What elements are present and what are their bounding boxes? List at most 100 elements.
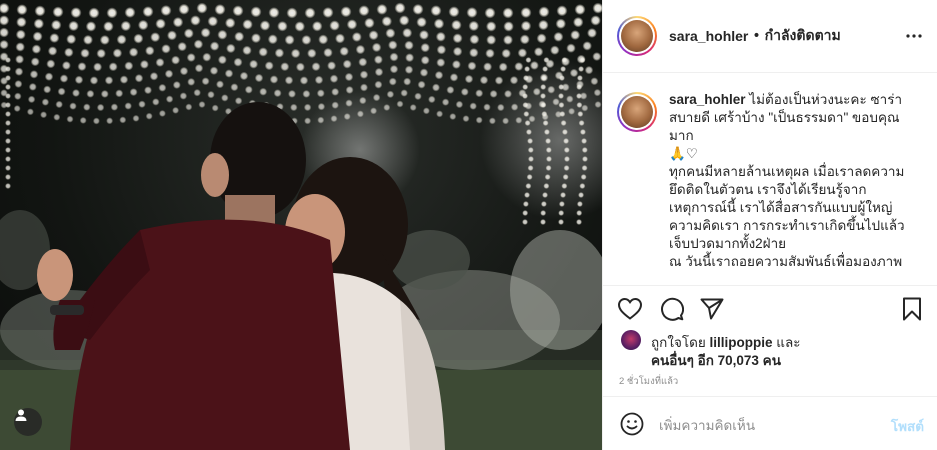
comments-area[interactable]: sara_hohler ไม่ต้องเป็นห่วงนะคะ ซาร่าสบา… bbox=[603, 73, 937, 285]
string-light bbox=[404, 65, 414, 75]
string-light bbox=[52, 6, 64, 18]
string-light bbox=[522, 84, 529, 90]
string-light bbox=[96, 103, 105, 112]
string-light bbox=[198, 101, 206, 109]
string-light bbox=[455, 100, 464, 109]
string-light bbox=[543, 57, 550, 63]
string-light bbox=[545, 138, 552, 144]
string-light bbox=[178, 3, 190, 15]
string-light bbox=[503, 34, 513, 45]
string-light bbox=[108, 62, 118, 72]
string-light bbox=[5, 129, 11, 135]
string-light bbox=[70, 7, 82, 19]
string-light bbox=[72, 89, 80, 98]
string-light bbox=[29, 70, 39, 79]
string-light bbox=[420, 42, 430, 53]
string-light bbox=[68, 20, 79, 32]
share-icon[interactable] bbox=[699, 296, 725, 322]
string-light bbox=[155, 18, 166, 30]
string-light bbox=[93, 62, 103, 72]
string-light bbox=[581, 138, 588, 144]
string-light bbox=[593, 88, 602, 97]
likes-summary: ถูกใจโดย lillipoppie และ คนอื่นๆ อีก 70,… bbox=[621, 328, 921, 368]
string-light bbox=[177, 41, 187, 52]
post-comment-button[interactable]: โพสต์ bbox=[891, 415, 924, 437]
string-light bbox=[14, 92, 22, 101]
liker-username[interactable]: lillipoppie bbox=[710, 335, 773, 350]
string-light bbox=[142, 6, 154, 18]
user-tag-icon[interactable] bbox=[14, 408, 42, 436]
string-light bbox=[400, 89, 408, 97]
caption-avatar[interactable] bbox=[617, 92, 657, 132]
string-light bbox=[110, 103, 119, 111]
string-light bbox=[502, 117, 510, 125]
string-light bbox=[590, 77, 599, 86]
string-light bbox=[302, 89, 311, 98]
string-light bbox=[394, 2, 406, 14]
smiley-icon[interactable] bbox=[619, 411, 645, 437]
string-light bbox=[570, 30, 581, 41]
string-light bbox=[544, 174, 551, 180]
comment-icon[interactable] bbox=[659, 296, 685, 322]
string-light bbox=[304, 117, 312, 125]
string-light bbox=[417, 80, 426, 89]
post-timestamp[interactable]: 2 ชั่วโมงที่แล้ว bbox=[619, 374, 678, 389]
likes-and: และ bbox=[772, 335, 801, 350]
string-light bbox=[242, 45, 252, 56]
caption-username[interactable]: sara_hohler bbox=[669, 92, 746, 107]
comment-input[interactable] bbox=[659, 414, 869, 436]
string-light bbox=[436, 110, 444, 118]
string-light bbox=[294, 21, 306, 32]
avatar[interactable] bbox=[617, 16, 657, 56]
string-light bbox=[545, 147, 552, 153]
liker-avatar[interactable] bbox=[621, 330, 641, 350]
string-light bbox=[364, 17, 375, 29]
string-light bbox=[345, 99, 353, 107]
string-light bbox=[542, 192, 549, 198]
string-light bbox=[165, 95, 174, 103]
string-light bbox=[524, 120, 531, 126]
string-light bbox=[230, 83, 239, 92]
string-light bbox=[403, 77, 412, 86]
string-light bbox=[360, 83, 368, 92]
following-button[interactable]: กำลังติดตาม bbox=[765, 25, 841, 47]
string-light bbox=[194, 63, 204, 73]
string-light bbox=[555, 18, 567, 30]
string-light bbox=[479, 75, 489, 85]
bookmark-icon[interactable] bbox=[899, 296, 925, 322]
string-light bbox=[209, 66, 219, 75]
string-light bbox=[420, 55, 430, 65]
likes-others[interactable]: คนอื่นๆ อีก 70,073 คน bbox=[651, 349, 781, 371]
string-light bbox=[31, 44, 42, 54]
string-light bbox=[525, 57, 532, 63]
post-photo[interactable] bbox=[0, 0, 602, 450]
string-light bbox=[475, 89, 484, 98]
string-light bbox=[566, 95, 574, 103]
string-light bbox=[217, 55, 227, 65]
more-options-icon[interactable] bbox=[904, 26, 924, 46]
post-sidebar: sara_hohler • กำลังติดตาม sara_hohler ไม… bbox=[602, 0, 937, 450]
string-light bbox=[576, 201, 583, 207]
string-light bbox=[15, 29, 26, 40]
header-username[interactable]: sara_hohler bbox=[669, 28, 748, 44]
string-light bbox=[584, 65, 594, 75]
heart-icon[interactable] bbox=[617, 296, 643, 322]
string-light bbox=[566, 43, 576, 53]
string-light bbox=[509, 75, 519, 85]
string-light bbox=[317, 116, 325, 124]
string-light bbox=[89, 76, 99, 85]
string-light bbox=[26, 108, 34, 116]
string-light bbox=[556, 5, 568, 17]
string-light bbox=[383, 103, 391, 111]
string-light bbox=[540, 219, 547, 225]
string-light bbox=[412, 3, 424, 15]
string-light bbox=[428, 95, 436, 104]
string-light bbox=[85, 21, 97, 32]
string-light bbox=[533, 47, 544, 57]
string-light bbox=[451, 60, 461, 70]
string-light bbox=[483, 103, 491, 111]
string-light bbox=[239, 71, 249, 81]
string-light bbox=[498, 62, 508, 72]
string-light bbox=[572, 16, 584, 28]
string-light bbox=[419, 68, 429, 77]
